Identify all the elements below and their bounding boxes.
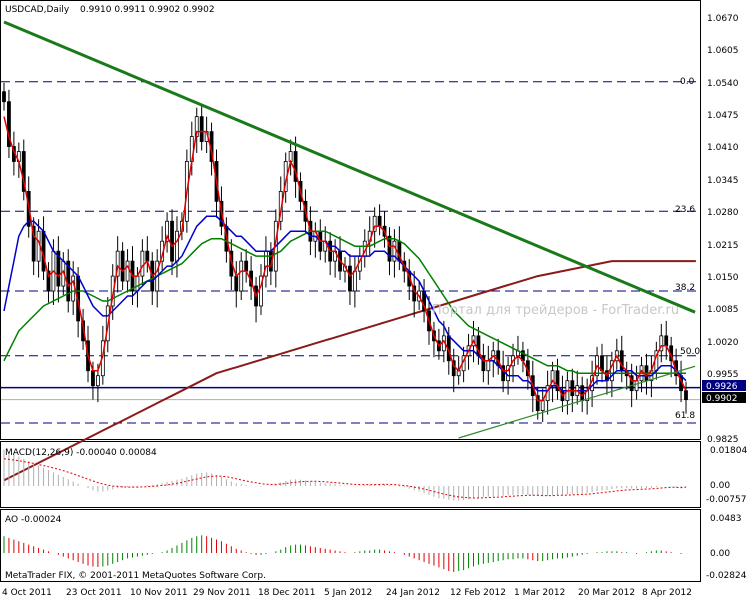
date-tick-5: 18 Dec 2011 xyxy=(258,588,316,598)
candle-body xyxy=(239,260,244,292)
macd-tick-bottom: -0.00757 xyxy=(706,495,746,505)
price-tick-8: 1.0215 xyxy=(707,241,739,251)
candle-body xyxy=(120,250,125,282)
candle-body xyxy=(600,355,604,372)
candle-body xyxy=(377,215,382,227)
candle-body xyxy=(234,275,239,292)
price-tick-7: 1.0280 xyxy=(707,208,739,218)
ao-title: AO -0.00024 xyxy=(5,515,62,525)
candle-body xyxy=(95,375,100,387)
fib-label-0: 0.0 xyxy=(680,77,695,87)
date-tick-2: 23 Oct 2011 xyxy=(66,588,122,598)
fib-label-236: 23.6 xyxy=(675,205,695,215)
candle-body xyxy=(570,380,575,397)
candle-body xyxy=(387,235,392,262)
candle-body xyxy=(540,400,545,411)
date-tick-1: 4 Oct 2011 xyxy=(2,588,52,598)
watermark: Портал для трейдеров - ForTrader.ru xyxy=(432,303,679,318)
candle-body xyxy=(125,260,130,282)
date-tick-7: 24 Jan 2012 xyxy=(386,588,440,598)
date-tick-9: 1 Mar 2012 xyxy=(514,588,565,598)
date-tick-4: 29 Nov 2011 xyxy=(193,588,251,598)
candle-body xyxy=(199,116,204,142)
candle-body xyxy=(170,220,174,262)
candle-body xyxy=(684,390,688,401)
candle-body xyxy=(71,275,76,302)
macd-tick-zero: 0.00 xyxy=(710,481,730,491)
candle-body xyxy=(580,385,585,402)
candle-body xyxy=(91,370,95,387)
price-tick-4: 1.0475 xyxy=(707,111,739,121)
price-tick-9: 1.0150 xyxy=(707,273,739,283)
fib-label-50: 50.0 xyxy=(680,347,700,357)
date-tick-11: 8 Apr 2012 xyxy=(642,588,692,598)
price-tick-1: 1.0670 xyxy=(707,14,739,24)
candle-body xyxy=(175,230,179,262)
candle-body xyxy=(135,275,140,292)
date-tick-6: 5 Jan 2012 xyxy=(324,588,372,598)
candle-body xyxy=(140,250,145,277)
macd-tick-top: 0.01804 xyxy=(710,446,747,456)
date-tick-10: 20 Mar 2012 xyxy=(578,588,635,598)
ao-tick-top: 0.0483 xyxy=(710,514,742,524)
current-price-label: 0.9902 xyxy=(706,394,738,404)
price-tick-12: 0.9955 xyxy=(707,370,739,380)
price-tick-6: 1.0345 xyxy=(707,176,739,186)
support-price-label: 0.9926 xyxy=(706,382,738,392)
candle-body xyxy=(145,250,150,262)
candle-body xyxy=(352,270,357,292)
chart-canvas[interactable]: USDCAD,Daily 0.9910 0.9911 0.9902 0.9902… xyxy=(0,0,750,600)
price-tick-2: 1.0605 xyxy=(707,46,739,56)
price-tick-11: 1.0020 xyxy=(707,338,739,348)
candle-body xyxy=(2,91,6,103)
copyright-text: MetaTrader FIX, © 2001-2011 MetaQuotes S… xyxy=(5,571,266,581)
fib-label-618: 61.8 xyxy=(675,411,695,421)
fib-label-382: 38.2 xyxy=(675,283,695,293)
chart-header-symbol: USDCAD,Daily xyxy=(5,5,70,15)
candle-body xyxy=(348,265,352,292)
date-tick-3: 10 Nov 2011 xyxy=(130,588,188,598)
price-tick-5: 1.0410 xyxy=(707,143,739,153)
price-tick-3: 1.0540 xyxy=(707,79,739,89)
macd-title: MACD(12,26,9) -0.00040 0.00084 xyxy=(5,448,157,458)
candle-body xyxy=(664,335,669,347)
chart-header-ohlc: 0.9910 0.9911 0.9902 0.9902 xyxy=(80,5,215,15)
chart-window: USDCAD,Daily 0.9910 0.9911 0.9902 0.9902… xyxy=(0,0,750,600)
candle-body xyxy=(486,360,491,372)
ao-tick-bottom: -0.02824 xyxy=(706,571,747,581)
candle-body xyxy=(244,260,249,272)
ao-tick-zero: 0.00 xyxy=(710,549,730,559)
price-tick-10: 1.0085 xyxy=(707,305,739,315)
candle-body xyxy=(634,380,639,392)
price-tick-13: 0.9825 xyxy=(707,435,739,445)
date-tick-8: 12 Feb 2012 xyxy=(450,588,506,598)
